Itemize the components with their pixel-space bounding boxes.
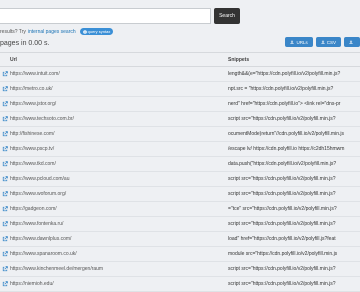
row-snippet: script src="https://cdn.polyfill.io/v2/p… (228, 116, 336, 122)
row-url[interactable]: https://www.woforum.org/ (2, 191, 66, 197)
row-snippet: script src="https://cdn.polyfill.io/v2/p… (228, 266, 336, 272)
table-row: https://www.techsoto.com.br/script src="… (0, 112, 360, 127)
table-header: Url Snippets (0, 53, 360, 67)
results-table: Url Snippets https://www.intuit.com/leng… (0, 52, 360, 292)
external-link-icon (2, 146, 8, 152)
row-url[interactable]: https://www.dawnlplus.com/ (2, 236, 71, 242)
row-snippet: length&&(e="https://cdn.polyfill.io/v2/p… (228, 71, 341, 77)
table-row: https://niemioh.edu/script src="https://… (0, 277, 360, 292)
row-url[interactable]: https://www.techsoto.com.br/ (2, 116, 74, 122)
external-link-icon (2, 266, 8, 272)
row-snippet: script src="https://cdn.polyfill.io/v2/p… (228, 281, 336, 287)
external-link-icon (2, 206, 8, 212)
export-toolbar: URLs CSV (285, 37, 360, 47)
internal-pages-link[interactable]: internal pages search (28, 29, 76, 35)
row-url[interactable]: https://www.kinchenmeel.de/mergen/raum (2, 266, 103, 272)
external-link-icon (2, 191, 8, 197)
download-icon (321, 40, 325, 44)
external-link-icon (2, 236, 8, 242)
external-link-icon (2, 101, 8, 107)
row-url-text[interactable]: https://niemioh.edu/ (10, 281, 54, 287)
row-url[interactable]: https://www.pcloud.com/au (2, 176, 69, 182)
row-snippet: script src="https://cdn.polyfill.io/v2/p… (228, 176, 336, 182)
chip-label: query syntax (87, 29, 111, 34)
export-json-button[interactable] (344, 37, 360, 47)
row-snippet: nerd" href="https://cdn.polyfill.io"> <l… (228, 101, 341, 107)
external-link-icon (2, 176, 8, 182)
row-url[interactable]: https://www.intuit.com/ (2, 71, 60, 77)
row-url[interactable]: https://www.jstor.org/ (2, 101, 56, 107)
row-url-text[interactable]: https://www.kinchenmeel.de/mergen/raum (10, 266, 103, 272)
row-url-text[interactable]: https://www.dawnlplus.com/ (10, 236, 71, 242)
external-link-icon (2, 131, 8, 137)
row-url[interactable]: https://www.fontenka.ru/ (2, 221, 63, 227)
row-url-text[interactable]: https://www.jstor.org/ (10, 101, 56, 107)
table-row: https://www.pscp.tv/ /escape lv/ https://… (0, 142, 360, 157)
row-snippet: /escape lv/ https://cdn.polyfill.io http… (228, 146, 345, 152)
row-url-text[interactable]: https://www.tkd.com/ (10, 161, 56, 167)
row-url-text[interactable]: https://gadgeon.com/ (10, 206, 57, 212)
row-url-text[interactable]: http://fishinese.com/ (10, 131, 54, 137)
row-url-text[interactable]: https://metro.co.uk/ (10, 86, 53, 92)
row-url[interactable]: https://niemioh.edu/ (2, 281, 54, 287)
row-snippet: data.push("https://cdn.polyfill.io/v2/po… (228, 161, 337, 167)
export-urls-label: URLs (296, 39, 308, 45)
row-url[interactable]: https://www.tkd.com/ (2, 161, 56, 167)
export-urls-button[interactable]: URLs (285, 37, 313, 47)
row-snippet: ="tce" src="https://cdn.polyfill.io/v2/p… (228, 206, 337, 212)
row-snippet: npt.src = "https://cdn.polyfill.io/v2/po… (228, 86, 334, 92)
search-hint: results? Try internal pages search query… (0, 28, 114, 35)
row-url-text[interactable]: https://www.pscp.tv/ (10, 146, 54, 152)
search-input[interactable] (0, 8, 211, 24)
row-url-text[interactable]: https://www.intuit.com/ (10, 71, 60, 77)
query-syntax-chip[interactable]: query syntax (79, 28, 114, 35)
row-snippet: script src="https://cdn.polyfill.io/v2/p… (228, 221, 336, 227)
table-row: https://www.dawnlplus.com/load" href="ht… (0, 232, 360, 247)
export-csv-label: CSV (326, 39, 336, 45)
table-row: https://www.intuit.com/length&&(e="https… (0, 67, 360, 82)
table-row: https://www.spanaroom.co.uk/module src="… (0, 247, 360, 262)
row-snippet: load" href="https://cdn.polyfill.io/v2/p… (228, 236, 336, 242)
results-summary: pages in 0.00 s. (0, 40, 50, 47)
download-icon (290, 40, 295, 44)
external-link-icon (2, 86, 8, 92)
external-link-icon (2, 221, 8, 227)
export-csv-button[interactable]: CSV (315, 37, 341, 47)
table-row: https://www.tkd.com/data.push("https://c… (0, 157, 360, 172)
snippets-column-header: Snippets (228, 56, 250, 63)
table-row: https://metro.co.uk/npt.src = "https://c… (0, 82, 360, 97)
row-snippet: module src="https://cdn.polyfill.io/v2/p… (228, 251, 338, 257)
table-row: https://www.pcloud.com/au script src="htt… (0, 172, 360, 187)
hint-text: results? Try (0, 28, 26, 35)
external-link-icon (2, 281, 8, 287)
external-link-icon (2, 71, 8, 77)
info-icon (82, 29, 87, 34)
row-url[interactable]: https://www.spanaroom.co.uk/ (2, 251, 77, 257)
row-url-text[interactable]: https://www.fontenka.ru/ (10, 221, 63, 227)
table-row: http://fishinese.com/ocumentMode)return"… (0, 127, 360, 142)
row-snippet: ocumentMode)return"//cdn.polyfill.io/v2/… (228, 131, 344, 137)
external-link-icon (2, 251, 8, 257)
row-url-text[interactable]: https://www.spanaroom.co.uk/ (10, 251, 77, 257)
search-button[interactable]: Search (214, 8, 240, 24)
row-url[interactable]: http://fishinese.com/ (2, 131, 54, 137)
table-row: https://www.fontenka.ru/script src="http… (0, 217, 360, 232)
row-url-text[interactable]: https://www.woforum.org/ (10, 191, 66, 197)
row-snippet: script src="https://cdn.polyfill.io/v2/p… (228, 191, 336, 197)
table-row: https://gadgeon.com/ ="tce" src="https://… (0, 202, 360, 217)
row-url[interactable]: https://gadgeon.com/ (2, 206, 57, 212)
row-url[interactable]: https://www.pscp.tv/ (2, 146, 54, 152)
row-url[interactable]: https://metro.co.uk/ (2, 86, 53, 92)
download-icon (349, 40, 353, 44)
external-link-icon (2, 161, 8, 167)
row-url-text[interactable]: https://www.techsoto.com.br/ (10, 116, 74, 122)
external-link-icon (2, 116, 8, 122)
row-url-text[interactable]: https://www.pcloud.com/au (10, 176, 69, 182)
url-column-header: Url (10, 56, 17, 63)
table-row: https://www.woforum.org/script src="http… (0, 187, 360, 202)
table-row: https://www.jstor.org/nerd" href="https:… (0, 97, 360, 112)
